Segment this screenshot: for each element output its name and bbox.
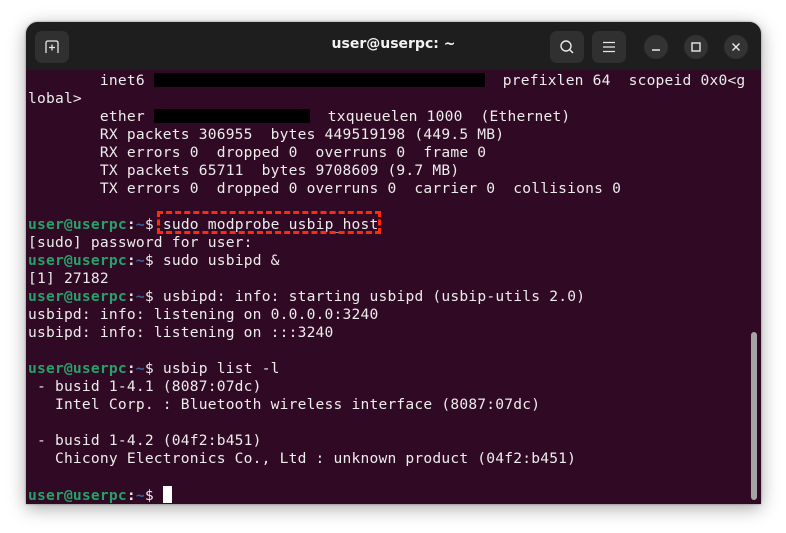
command-text: usbip list -l [162, 360, 280, 377]
redacted-block [153, 109, 310, 123]
scrollbar[interactable] [751, 332, 757, 500]
terminal-window: user@userpc: ~ inet6 prefixlen 64 scopei… [26, 22, 761, 504]
output-text: - busid 1-4.1 (8087:07dc) [28, 378, 262, 395]
output-text: TX errors 0 dropped 0 overruns 0 carrier… [28, 180, 622, 197]
prompt-path: ~ [135, 252, 145, 269]
prompt-user-host: user@userpc [28, 487, 127, 504]
minimize-button[interactable] [644, 35, 668, 59]
output-text: usbipd: info: listening on :::3240 [28, 324, 334, 341]
highlight-annotation-box [157, 211, 381, 234]
output-text: RX packets 306955 bytes 449519198 (449.5… [28, 126, 505, 143]
output-text: usbipd: info: listening on 0.0.0.0:3240 [28, 306, 379, 323]
terminal-line: lobal> [28, 90, 761, 108]
terminal-line: ether txqueuelen 1000 (Ethernet) [28, 108, 761, 126]
terminal-line: user@userpc:~$ [28, 486, 761, 504]
terminal-line: RX errors 0 dropped 0 overruns 0 frame 0 [28, 144, 761, 162]
title-bar: user@userpc: ~ [26, 22, 761, 70]
terminal-line: user@userpc:~$ sudo modprobe usbip_host [28, 216, 761, 234]
prompt-colon: : [126, 487, 136, 504]
command-text: sudo usbipd & [162, 252, 280, 269]
search-button[interactable] [550, 31, 584, 63]
output-text: prefixlen 64 scopeid 0x0<g [484, 72, 746, 89]
terminal-line: Chicony Electronics Co., Ltd : unknown p… [28, 450, 761, 468]
output-text: txqueuelen 1000 (Ethernet) [309, 108, 571, 125]
command-text: usbipd: info: starting usbipd (usbip-uti… [162, 288, 586, 305]
prompt-user-host: user@userpc [28, 252, 127, 269]
prompt-user-host: user@userpc [28, 288, 127, 305]
prompt-symbol: $ [144, 487, 163, 504]
prompt-colon: : [126, 252, 136, 269]
output-text: Intel Corp. : Bluetooth wireless interfa… [28, 396, 541, 413]
maximize-button[interactable] [684, 35, 708, 59]
prompt-symbol: $ [144, 360, 163, 377]
output-text: Chicony Electronics Co., Ltd : unknown p… [28, 450, 577, 467]
hamburger-menu-icon [603, 41, 615, 53]
terminal-output[interactable]: inet6 prefixlen 64 scopeid 0x0<g lobal> e… [26, 70, 761, 504]
terminal-line: - busid 1-4.2 (04f2:b451) [28, 432, 761, 450]
terminal-line: usbipd: info: listening on :::3240 [28, 324, 761, 342]
prompt-symbol: $ [144, 288, 163, 305]
terminal-line: user@userpc:~$ usbip list -l [28, 360, 761, 378]
prompt-path: ~ [135, 360, 145, 377]
terminal-line: [sudo] password for user: [28, 234, 761, 252]
text-cursor [162, 486, 172, 503]
terminal-line: user@userpc:~$ usbipd: info: starting us… [28, 288, 761, 306]
menu-button[interactable] [592, 31, 626, 63]
terminal-line: usbipd: info: listening on 0.0.0.0:3240 [28, 306, 761, 324]
prompt-user-host: user@userpc [28, 216, 127, 233]
terminal-line: RX packets 306955 bytes 449519198 (449.5… [28, 126, 761, 144]
output-text: lobal> [28, 90, 82, 107]
output-text: ether [28, 108, 154, 125]
terminal-line: Intel Corp. : Bluetooth wireless interfa… [28, 396, 761, 414]
terminal-line: inet6 prefixlen 64 scopeid 0x0<g [28, 72, 761, 90]
prompt-colon: : [126, 360, 136, 377]
close-icon [732, 43, 740, 51]
terminal-line: TX packets 65711 bytes 9708609 (9.7 MB) [28, 162, 761, 180]
prompt-symbol: $ [144, 252, 163, 269]
prompt-path: ~ [135, 216, 145, 233]
output-text: [sudo] password for user: [28, 234, 253, 251]
maximize-icon [691, 42, 701, 52]
redacted-block [153, 73, 485, 87]
prompt-colon: : [126, 216, 136, 233]
output-text: - busid 1-4.2 (04f2:b451) [28, 432, 262, 449]
output-text: inet6 [28, 72, 154, 89]
close-button[interactable] [724, 35, 748, 59]
output-text: TX packets 65711 bytes 9708609 (9.7 MB) [28, 162, 460, 179]
prompt-path: ~ [135, 487, 145, 504]
output-text: [1] 27182 [28, 270, 109, 287]
terminal-line: user@userpc:~$ sudo usbipd & [28, 252, 761, 270]
search-icon [560, 40, 574, 54]
terminal-line: - busid 1-4.1 (8087:07dc) [28, 378, 761, 396]
prompt-colon: : [126, 288, 136, 305]
terminal-line: [1] 27182 [28, 270, 761, 288]
terminal-line: TX errors 0 dropped 0 overruns 0 carrier… [28, 180, 761, 198]
prompt-path: ~ [135, 288, 145, 305]
output-text: RX errors 0 dropped 0 overruns 0 frame 0 [28, 144, 487, 161]
prompt-user-host: user@userpc [28, 360, 127, 377]
minimize-icon [652, 49, 660, 51]
